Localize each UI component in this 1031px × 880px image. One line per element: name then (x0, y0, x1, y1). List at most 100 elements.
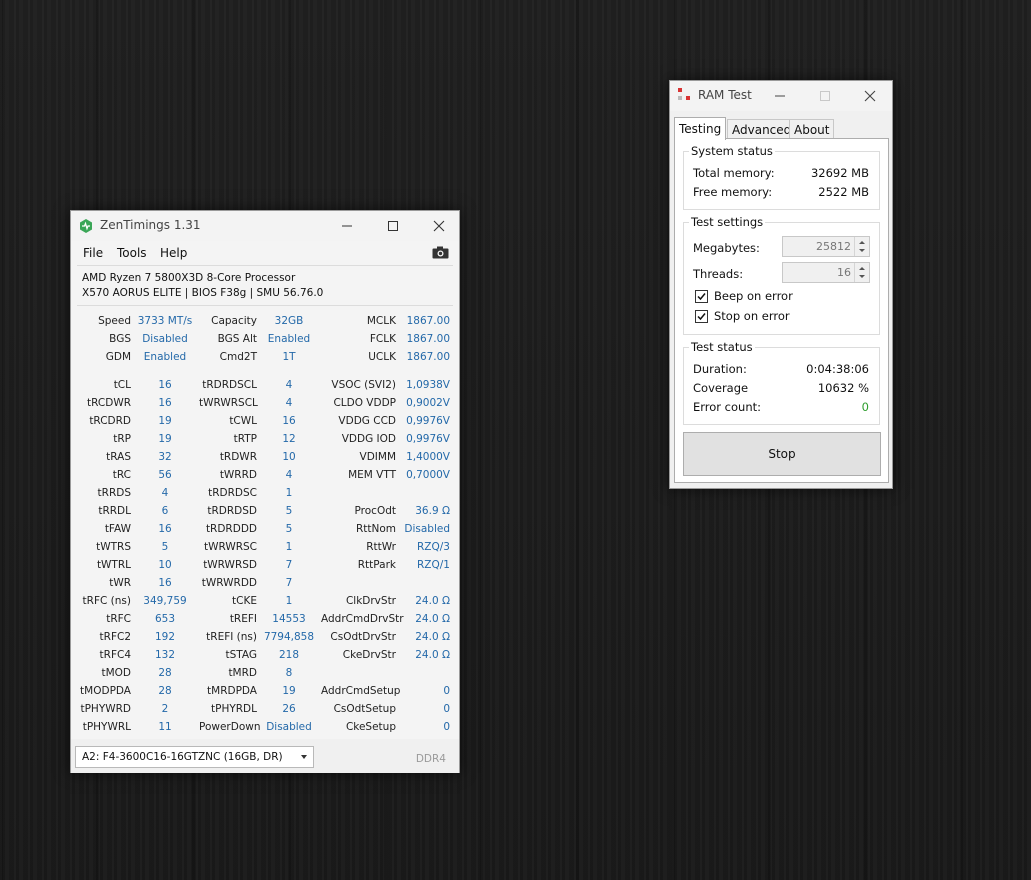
timing-label: tCWL (229, 415, 257, 427)
timing-value: 5 (161, 541, 169, 553)
timing-label: tWTRS (96, 541, 131, 553)
timing-label: tRFC (106, 613, 131, 625)
timing-label: tWTRL (96, 559, 131, 571)
maximize-icon (820, 91, 830, 101)
timing-value: Disabled (404, 523, 450, 535)
ramtest-app-icon (678, 88, 690, 100)
timing-value: 28 (158, 667, 172, 679)
menu-file[interactable]: File (83, 246, 103, 260)
timing-value: 16 (158, 523, 172, 535)
stop-button[interactable]: Stop (683, 432, 881, 476)
error-count-value: 0 (861, 400, 869, 414)
timing-value: RZQ/3 (417, 541, 450, 553)
minimize-icon (775, 95, 785, 97)
timing-label: tRC (112, 469, 131, 481)
timing-label: tSTAG (225, 649, 257, 661)
timing-value: 2 (161, 703, 169, 715)
timing-label: tRCDRD (89, 415, 131, 427)
zentimings-app-icon (80, 219, 92, 233)
test-status-title: Test status (689, 340, 755, 354)
timing-label: RttPark (357, 559, 396, 571)
stop-on-error-label: Stop on error (714, 309, 790, 323)
zentimings-titlebar[interactable]: ZenTimings 1.31 (71, 211, 459, 241)
maximize-button[interactable] (370, 211, 416, 241)
ramtest-titlebar[interactable]: RAM Test (670, 81, 892, 111)
dimm-select[interactable]: A2: F4-3600C16-16GTZNC (16GB, DR) (75, 746, 314, 768)
checkbox-box (695, 290, 708, 303)
timing-label: Cmd2T (219, 351, 257, 363)
timing-label: tPHYWRD (80, 703, 131, 715)
timing-label: tMOD (101, 667, 131, 679)
ramtest-window: RAM Test Testing Advanced About System s… (669, 80, 893, 489)
timing-label: CkeDrvStr (342, 649, 396, 661)
timing-value: 1,4000V (406, 451, 450, 463)
timing-value: 19 (282, 685, 296, 697)
timing-label: tRP (113, 433, 131, 445)
total-memory-value: 32692 MB (810, 166, 869, 180)
timing-value: 10 (282, 451, 296, 463)
minimize-button[interactable] (324, 211, 370, 241)
checkmark-icon (697, 293, 706, 301)
timing-label: tRRDS (97, 487, 131, 499)
timing-value: 36.9 Ω (415, 505, 450, 517)
chevron-down-icon (301, 755, 307, 759)
timing-label: tRFC (ns) (82, 595, 131, 607)
timing-value: 0 (443, 721, 450, 733)
timing-value: 7 (285, 559, 293, 571)
duration-label: Duration: (693, 362, 747, 376)
timing-value: 10 (158, 559, 172, 571)
system-status-title: System status (689, 144, 775, 158)
timing-value: 0,9976V (406, 433, 450, 445)
ramtest-maximize-button[interactable] (802, 81, 848, 111)
timing-label: tFAW (104, 523, 131, 535)
timing-label: VDIMM (359, 451, 396, 463)
checkbox-box (695, 310, 708, 323)
timing-label: tRTP (233, 433, 257, 445)
spinner-arrows[interactable] (854, 237, 869, 256)
maximize-icon (388, 221, 398, 231)
ramtest-close-button[interactable] (847, 81, 893, 111)
timing-value: 1 (285, 487, 293, 499)
timing-value: 5 (285, 505, 293, 517)
timing-value: 32 (158, 451, 172, 463)
timing-label: FCLK (369, 333, 396, 345)
board-info: X570 AORUS ELITE | BIOS F38g | SMU 56.76… (82, 287, 324, 299)
timing-value: 19 (158, 415, 172, 427)
timing-label: MEM VTT (348, 469, 396, 481)
camera-icon[interactable] (432, 246, 449, 259)
timing-label: CsOdtSetup (333, 703, 396, 715)
timing-label: VDDG CCD (338, 415, 396, 427)
timing-value: 1867.00 (406, 333, 450, 345)
chevron-down-icon (859, 275, 865, 278)
timing-value: 218 (278, 649, 300, 661)
timing-value: 16 (158, 379, 172, 391)
total-memory-row: Total memory: 32692 MB (693, 166, 869, 180)
zentimings-title: ZenTimings 1.31 (100, 218, 201, 232)
timing-label: tWRWRSC (203, 541, 257, 553)
megabytes-spinner[interactable]: 25812 (782, 236, 870, 257)
zentimings-window: ZenTimings 1.31 File Tools Help AMD Ryze… (70, 210, 460, 773)
timing-label: tRFC4 (99, 649, 131, 661)
timing-value: Disabled (142, 333, 188, 345)
timing-value: 653 (154, 613, 176, 625)
timing-label: tREFI (ns) (206, 631, 257, 643)
timing-value: 132 (154, 649, 176, 661)
test-status-group: Test status Duration: 0:04:38:06 Coverag… (683, 340, 880, 425)
timing-label: MCLK (366, 315, 396, 327)
timing-value: 1,0938V (406, 379, 450, 391)
timing-label: CsOdtDrvStr (330, 631, 396, 643)
tab-advanced[interactable]: Advanced (727, 119, 797, 139)
tab-about[interactable]: About (789, 119, 835, 139)
menu-help[interactable]: Help (160, 246, 187, 260)
info-separator (77, 305, 453, 306)
beep-on-error-label: Beep on error (714, 289, 793, 303)
ramtest-minimize-button[interactable] (757, 81, 803, 111)
spinner-arrows[interactable] (854, 263, 869, 282)
threads-spinner[interactable]: 16 (782, 262, 870, 283)
timing-value: 1 (285, 541, 293, 553)
menu-tools[interactable]: Tools (117, 246, 147, 260)
close-button[interactable] (416, 211, 462, 241)
duration-value: 0:04:38:06 (806, 362, 869, 376)
timing-value: 32GB (274, 315, 304, 327)
tab-testing[interactable]: Testing (674, 117, 727, 140)
